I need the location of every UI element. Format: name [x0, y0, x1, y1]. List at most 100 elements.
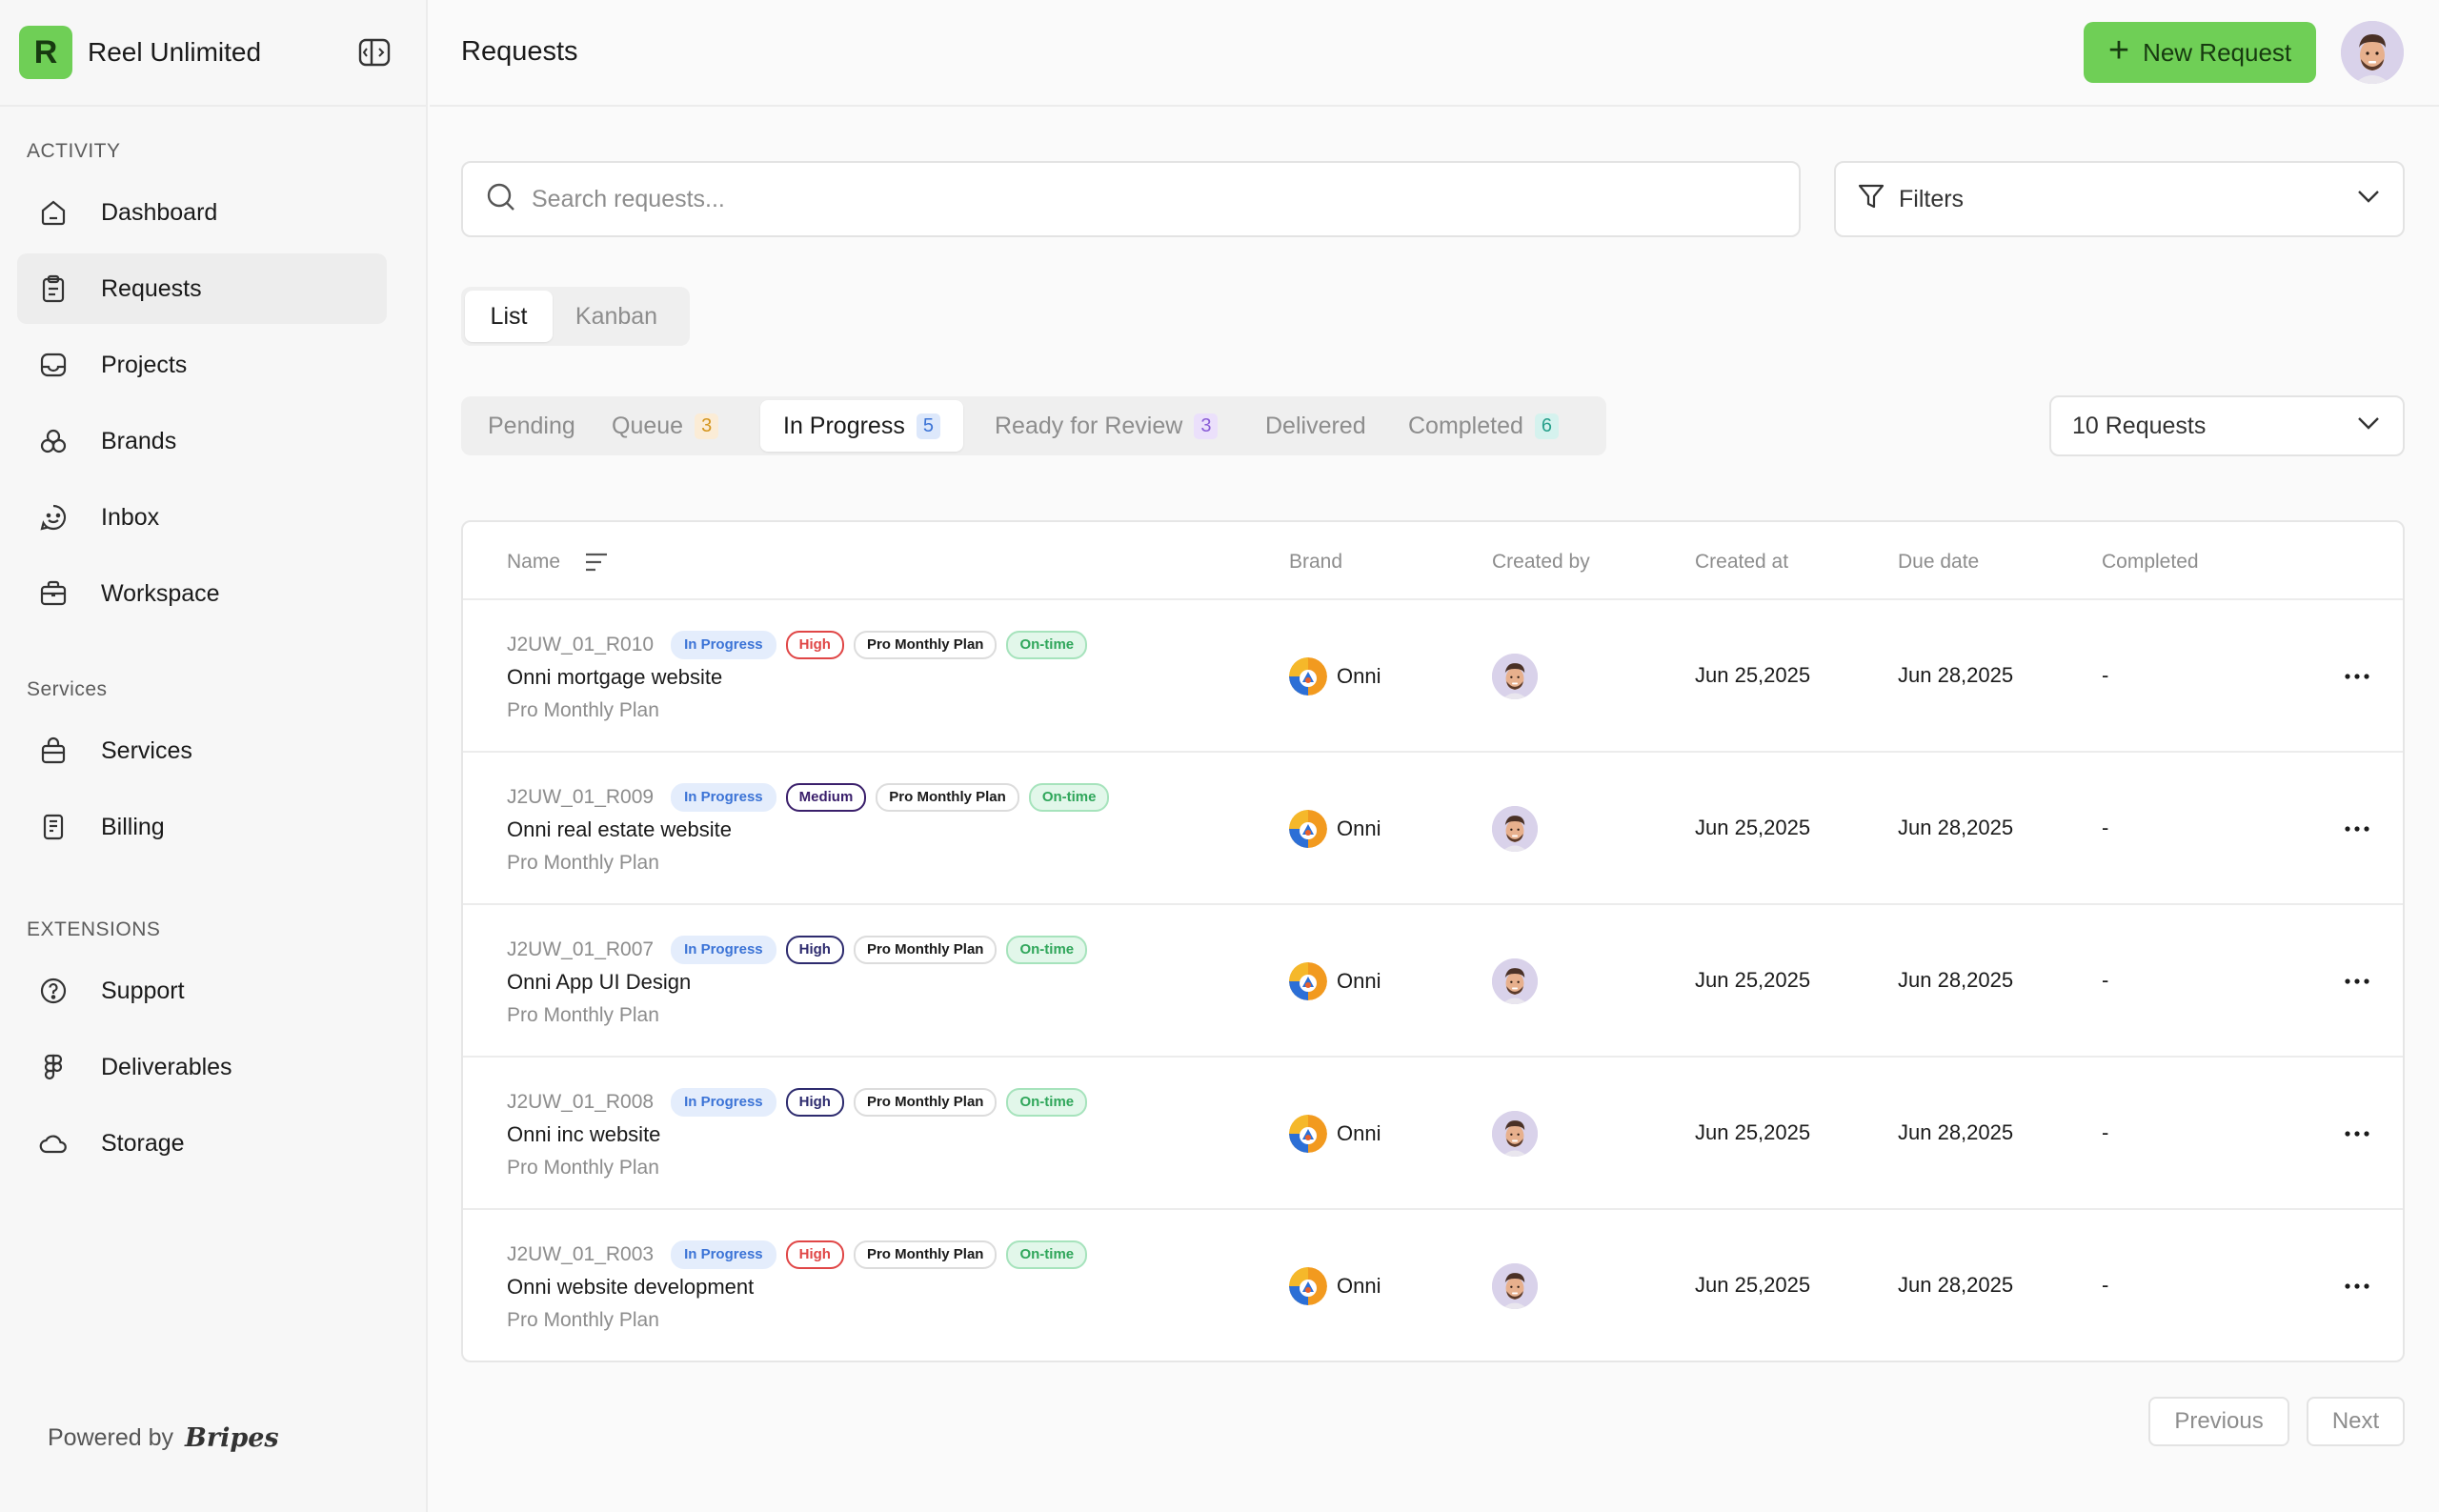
timing-badge: On-time	[1028, 783, 1110, 812]
request-plan: Pro Monthly Plan	[507, 1004, 659, 1026]
completed-date: -	[2102, 663, 2109, 687]
status-badge: In Progress	[671, 936, 776, 964]
priority-badge: High	[785, 1088, 844, 1117]
more-options-icon[interactable]	[2340, 812, 2374, 846]
creator-avatar[interactable]	[1492, 1111, 1538, 1157]
new-request-button[interactable]: + New Request	[2084, 22, 2316, 83]
priority-badge: High	[785, 1240, 844, 1269]
search-box[interactable]	[461, 161, 1801, 237]
sidebar-item-label: Billing	[101, 813, 165, 840]
tab-label: Queue	[612, 412, 684, 439]
search-input[interactable]	[532, 185, 1675, 213]
request-title[interactable]: Onni real estate website	[507, 817, 732, 842]
creator-avatar[interactable]	[1492, 958, 1538, 1004]
request-title[interactable]: Onni inc website	[507, 1122, 660, 1147]
sidebar-item-projects[interactable]: Projects	[17, 330, 387, 400]
per-page-select[interactable]: 10 Requests	[2049, 395, 2405, 456]
brand-cell: Onni	[1289, 657, 1381, 696]
plan-badge: Pro Monthly Plan	[853, 631, 998, 659]
sidebar-item-deliverables[interactable]: Deliverables	[17, 1032, 387, 1102]
tab-label: Completed	[1408, 412, 1523, 439]
user-avatar[interactable]	[2341, 21, 2404, 84]
request-id: J2UW_01_R010	[507, 634, 655, 655]
due-date: Jun 28,2025	[1898, 1120, 2014, 1144]
request-title[interactable]: Onni mortgage website	[507, 665, 722, 690]
sidebar-item-dashboard[interactable]: Dashboard	[17, 177, 387, 248]
sidebar-item-brands[interactable]: Brands	[17, 406, 387, 476]
request-plan: Pro Monthly Plan	[507, 699, 659, 721]
tab-pending[interactable]: Pending	[465, 400, 598, 452]
request-title[interactable]: Onni App UI Design	[507, 970, 691, 995]
table-row[interactable]: J2UW_01_R003 In Progress High Pro Monthl…	[463, 1210, 2403, 1361]
completed-date: -	[2102, 1120, 2109, 1144]
view-list-option[interactable]: List	[465, 291, 553, 342]
brand-logo-icon	[1289, 1267, 1327, 1305]
column-header-created-at[interactable]: Created at	[1695, 551, 1788, 574]
request-id: J2UW_01_R009	[507, 786, 655, 808]
created-at: Jun 25,2025	[1695, 816, 1811, 839]
completed-date: -	[2102, 968, 2109, 992]
view-kanban-option[interactable]: Kanban	[553, 291, 680, 342]
next-page-button[interactable]: Next	[2307, 1397, 2405, 1446]
due-date: Jun 28,2025	[1898, 1273, 2014, 1297]
sidebar-item-label: Requests	[101, 274, 202, 302]
tab-label: Pending	[488, 412, 575, 439]
powered-by-brand[interactable]: Bripes	[185, 1423, 279, 1453]
column-header-created-by[interactable]: Created by	[1492, 551, 1590, 574]
tab-completed[interactable]: Completed 6	[1385, 400, 1582, 452]
briefcase-icon	[36, 576, 71, 611]
previous-page-button[interactable]: Previous	[2148, 1397, 2289, 1446]
sidebar-item-storage[interactable]: Storage	[17, 1108, 387, 1179]
column-header-brand[interactable]: Brand	[1289, 551, 1342, 574]
column-header-completed[interactable]: Completed	[2102, 551, 2199, 574]
creator-avatar[interactable]	[1492, 806, 1538, 852]
page-title: Requests	[461, 36, 578, 67]
brand-logo-icon	[1289, 962, 1327, 1000]
more-options-icon[interactable]	[2340, 964, 2374, 998]
app-logo[interactable]: R	[19, 26, 72, 79]
tab-ready-for-review[interactable]: Ready for Review 3	[972, 400, 1240, 452]
sidebar-item-support[interactable]: Support	[17, 956, 387, 1026]
sidebar-item-services[interactable]: Services	[17, 716, 387, 786]
table-row[interactable]: J2UW_01_R007 In Progress High Pro Monthl…	[463, 905, 2403, 1058]
clipboard-icon	[36, 272, 71, 306]
tab-queue[interactable]: Queue 3	[589, 400, 741, 452]
status-badge: In Progress	[671, 1088, 776, 1117]
table-row[interactable]: J2UW_01_R008 In Progress High Pro Monthl…	[463, 1058, 2403, 1210]
section-title-extensions: EXTENSIONS	[27, 918, 161, 940]
sidebar-item-label: Deliverables	[101, 1053, 232, 1080]
table-header: Name Brand Created by Created at Due dat…	[463, 522, 2403, 600]
table-row[interactable]: J2UW_01_R009 In Progress Medium Pro Mont…	[463, 753, 2403, 905]
powered-by: Powered by Bripes	[48, 1423, 279, 1453]
creator-avatar[interactable]	[1492, 1263, 1538, 1309]
tab-in-progress[interactable]: In Progress 5	[760, 400, 963, 452]
request-id: J2UW_01_R003	[507, 1243, 655, 1265]
view-toggle: List Kanban	[461, 287, 690, 346]
column-header-name[interactable]: Name	[507, 551, 560, 574]
section-title-services: Services	[27, 678, 108, 700]
request-plan: Pro Monthly Plan	[507, 1309, 659, 1331]
brand-logo-icon	[1289, 1115, 1327, 1153]
more-options-icon[interactable]	[2340, 1269, 2374, 1303]
sidebar-item-billing[interactable]: Billing	[17, 792, 387, 862]
request-id: J2UW_01_R008	[507, 1091, 655, 1113]
sidebar-collapse-icon[interactable]	[357, 35, 392, 70]
requests-table: Name Brand Created by Created at Due dat…	[461, 520, 2405, 1362]
filters-dropdown[interactable]: Filters	[1834, 161, 2405, 237]
request-plan: Pro Monthly Plan	[507, 1157, 659, 1179]
table-row[interactable]: J2UW_01_R010 In Progress High Pro Monthl…	[463, 600, 2403, 753]
figma-icon	[36, 1050, 71, 1084]
brand-cell: Onni	[1289, 1267, 1381, 1305]
sort-icon[interactable]	[584, 551, 609, 578]
request-tags: J2UW_01_R008 In Progress High Pro Monthl…	[507, 1088, 1088, 1117]
column-header-due-date[interactable]: Due date	[1898, 551, 1979, 574]
sidebar-item-workspace[interactable]: Workspace	[17, 558, 387, 629]
tab-delivered[interactable]: Delivered	[1242, 400, 1389, 452]
sidebar-item-requests[interactable]: Requests	[17, 253, 387, 324]
more-options-icon[interactable]	[2340, 659, 2374, 694]
filter-icon	[1857, 182, 1885, 217]
more-options-icon[interactable]	[2340, 1117, 2374, 1151]
sidebar-item-inbox[interactable]: Inbox	[17, 482, 387, 553]
creator-avatar[interactable]	[1492, 654, 1538, 699]
request-title[interactable]: Onni website development	[507, 1275, 754, 1300]
